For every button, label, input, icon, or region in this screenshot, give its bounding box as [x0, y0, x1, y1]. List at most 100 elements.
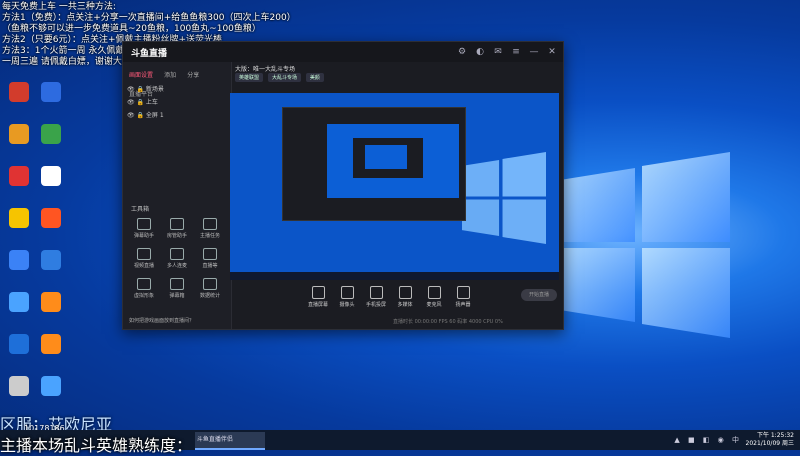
toolbox-label: 主播任务 [199, 233, 220, 239]
control-label: 摄像头 [339, 302, 355, 308]
desktop-icon[interactable] [2, 208, 36, 230]
microphone-icon [427, 286, 441, 299]
desktop-icon[interactable] [34, 292, 68, 314]
toolbox-item[interactable]: 主播任务 [195, 218, 225, 239]
desktop-icon[interactable] [2, 124, 36, 146]
douyu-live-window[interactable]: 斗鱼直播 ⚙ ◐ ✉ ≡ — ✕ 画面设置 添加 分享 直播平台 👁 🔒 新场景… [122, 41, 564, 330]
phone-cast-icon [369, 286, 383, 299]
scene-label: 上车 [145, 99, 158, 106]
preview-taskbar [230, 272, 559, 280]
app-logo: 斗鱼直播 [131, 49, 168, 59]
control-button[interactable]: 扬声器 [448, 286, 478, 308]
toolbox-item[interactable]: 视频直播 [129, 248, 159, 269]
windows-logo [560, 152, 730, 338]
title-bar[interactable]: 斗鱼直播 ⚙ ◐ ✉ ≡ — ✕ [123, 42, 563, 62]
control-label: 扬声器 [455, 302, 471, 308]
beauty-chip[interactable]: 美颜 [305, 73, 324, 82]
desktop-icon[interactable] [34, 334, 68, 356]
desktop-icon[interactable] [34, 376, 68, 398]
nested-app-capture-2 [353, 138, 423, 178]
clock-date: 2021/10/09 周三 [745, 440, 795, 447]
toolbox-item[interactable]: 弹幕助手 [129, 218, 159, 239]
desktop-icon[interactable] [2, 166, 36, 188]
toolbox-label: 直播等 [202, 263, 218, 269]
desktop-app-icon [41, 376, 61, 396]
menu-icon[interactable]: ≡ [509, 45, 523, 59]
category-chip[interactable]: 英雄联盟 [235, 73, 264, 82]
toolbox-icon [203, 248, 217, 260]
control-button[interactable]: 直播屏幕 [303, 286, 333, 308]
close-icon[interactable]: ✕ [545, 45, 559, 59]
system-tray[interactable]: ▲ ■ ◧ ◉ 中 [674, 435, 742, 445]
toolbox-item[interactable]: 直播等 [195, 248, 225, 269]
toolbox-title: 工具箱 [131, 206, 150, 213]
scene-label: 全屏 1 [145, 112, 164, 119]
desktop-icon[interactable] [2, 376, 36, 398]
desktop-icon[interactable] [34, 166, 68, 188]
scene-item[interactable]: 👁 🔒 新场景 [127, 84, 164, 93]
subcategory-chip[interactable]: 大乱斗专场 [267, 73, 301, 82]
desktop-app-icon [9, 124, 29, 144]
desktop-app-icon [9, 334, 29, 354]
scene-item[interactable]: 👁 🔒 全屏 1 [127, 110, 164, 119]
help-tip[interactable]: 如何把游戏画面放到直播间？ [129, 317, 194, 324]
status-bar: 直播时长 00:00:00 FPS 60 码率 4000 CPU 0% [393, 319, 503, 325]
desktop-app-icon [9, 376, 29, 396]
control-button[interactable]: 麦克风 [419, 286, 449, 308]
desktop-icon[interactable] [2, 334, 36, 356]
control-label: 手机投屏 [365, 302, 386, 308]
toolbox-icon [137, 278, 151, 290]
nested-preview-2 [365, 145, 407, 169]
start-live-button[interactable]: 开始直播 [521, 289, 557, 301]
desktop-app-icon [41, 250, 61, 270]
control-button[interactable]: 多媒体 [390, 286, 420, 308]
overlay-line-2: 方法1（免费）：点关注+分享一次直播间+给鱼鱼粮300（四次上车200） [2, 13, 296, 23]
toolbox-icon [170, 218, 184, 230]
desktop-icon[interactable] [34, 124, 68, 146]
scene-tabs: 画面设置 添加 分享 直播平台 [123, 62, 231, 100]
stream-preview[interactable] [230, 93, 559, 280]
proficiency-caption: 主播本场乱斗英雄熟练度： [0, 436, 193, 455]
preview-windows-logo [462, 152, 546, 244]
toolbox-label: 弹幕助手 [133, 233, 154, 239]
desktop-app-icon [41, 124, 61, 144]
taskbar-app-label: 斗鱼直播伴侣 [196, 436, 233, 443]
scene-item[interactable]: 👁 🔒 上车 [127, 97, 158, 106]
room-header: 大版：唯一大乱斗专场 英雄联盟 大乱斗专场 美颜 [235, 64, 327, 82]
skin-icon[interactable]: ◐ [473, 45, 487, 59]
settings-icon[interactable]: ⚙ [455, 45, 469, 59]
tab-add[interactable]: 添加 [164, 70, 176, 79]
desktop-app-icon [9, 82, 29, 102]
tab-scene[interactable]: 画面设置 [129, 70, 153, 79]
desktop-icon[interactable] [2, 250, 36, 272]
taskbar-app-douyu[interactable]: 斗鱼直播伴侣 [195, 432, 265, 450]
desktop-icon[interactable] [34, 82, 68, 104]
toolbox-icon [170, 248, 184, 260]
toolbox-item[interactable]: 多人连麦 [162, 248, 192, 269]
desktop-app-icon [41, 334, 61, 354]
toolbox-item[interactable]: 数据统计 [195, 278, 225, 299]
desktop-icon[interactable] [2, 82, 36, 104]
clock[interactable]: 下午 1:25:32 2021/10/09 周三 [746, 432, 795, 448]
minimize-icon[interactable]: — [527, 45, 541, 59]
desktop-icon[interactable] [34, 250, 68, 272]
control-button[interactable]: 手机投屏 [361, 286, 391, 308]
desktop-icon[interactable] [2, 292, 36, 314]
toolbox-icon [203, 278, 217, 290]
left-panel: 画面设置 添加 分享 直播平台 👁 🔒 新场景 👁 🔒 上车 👁 🔒 全屏 1 … [123, 62, 232, 329]
overlay-line-1: 每天免费上车 一共三种方法: [2, 2, 116, 12]
tab-share[interactable]: 分享 [187, 70, 199, 79]
toolbox-label: 数据统计 [199, 293, 220, 299]
desktop-app-icon [9, 208, 29, 228]
toolbox-label: 多人连麦 [166, 263, 187, 269]
control-label: 多媒体 [397, 302, 413, 308]
toolbox-item[interactable]: 虚拟形象 [129, 278, 159, 299]
desktop-icon[interactable] [34, 208, 68, 230]
scene-label: 新场景 [145, 86, 164, 93]
mail-icon[interactable]: ✉ [491, 45, 505, 59]
toolbox-item[interactable]: 弹幕箱 [162, 278, 192, 299]
nested-preview [327, 124, 459, 198]
desktop-app-icon [41, 82, 61, 102]
toolbox-item[interactable]: 房管助手 [162, 218, 192, 239]
control-button[interactable]: 摄像头 [332, 286, 362, 308]
